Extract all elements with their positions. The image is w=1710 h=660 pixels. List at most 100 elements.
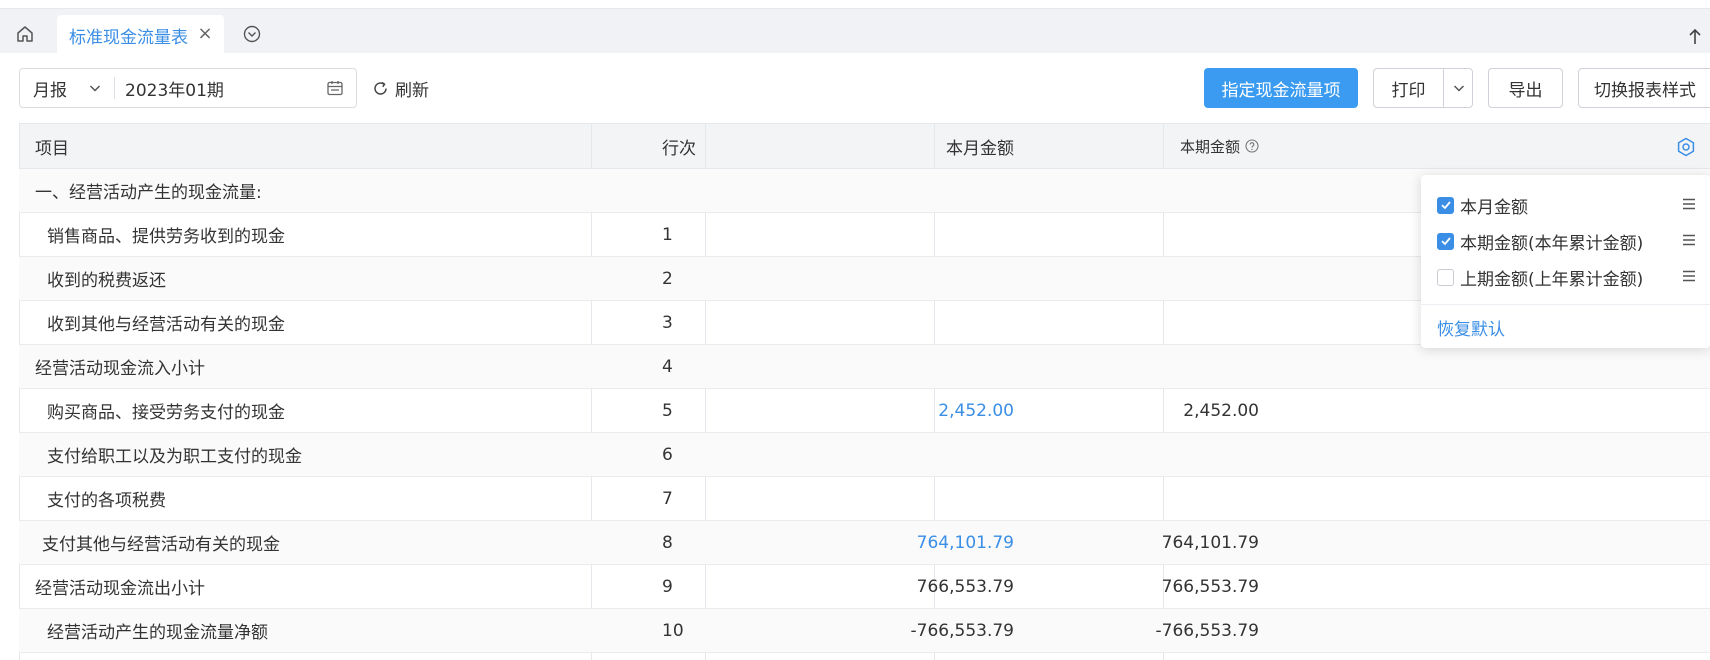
row-line: 8: [662, 532, 673, 553]
column-option-period-amount[interactable]: 本期金额(本年累计金额): [1437, 228, 1697, 254]
row-line: 10: [662, 620, 684, 641]
close-icon[interactable]: ×: [196, 25, 214, 43]
row-period-amount: [1020, 477, 1273, 520]
row-period-amount: 2,452.00: [1183, 400, 1259, 421]
row-month-amount-link[interactable]: 2,452.00: [770, 389, 1024, 432]
calendar-icon[interactable]: [326, 79, 344, 97]
row-month-amount: -766,553.79: [910, 620, 1014, 641]
table-header: 项目 行次 本月金额 本期金额: [19, 123, 1710, 169]
row-line: 9: [662, 576, 673, 597]
row-period-amount: -766,553.79: [1155, 620, 1259, 641]
arrow-up-icon: [1689, 28, 1701, 44]
table-row: 支付其他与经营活动有关的现金 8 764,101.79 764,101.79: [19, 521, 1710, 565]
print-button-group: 打印: [1373, 68, 1473, 108]
checkbox-checked[interactable]: [1437, 196, 1454, 214]
row-month-amount: [770, 169, 1024, 212]
tab-cash-flow-statement[interactable]: 标准现金流量表 ×: [57, 15, 224, 56]
refresh-button[interactable]: 刷新: [372, 75, 429, 101]
header-period-amount-label: 本期金额: [1179, 137, 1240, 156]
row-item: 支付的各项税费: [47, 491, 166, 511]
row-period-amount: [1020, 301, 1273, 344]
row-item: 销售商品、提供劳务收到的现金: [47, 227, 285, 247]
column-option-prior-period-amount[interactable]: 上期金额(上年累计金额): [1437, 264, 1697, 290]
period-date-value: 2023年01期: [125, 80, 224, 101]
divider: [114, 77, 115, 99]
print-button[interactable]: 打印: [1374, 69, 1443, 107]
header-line: 行次: [662, 138, 696, 159]
tab-label: 标准现金流量表: [69, 28, 188, 48]
tab-more-button[interactable]: [240, 22, 264, 46]
export-button[interactable]: 导出: [1488, 68, 1563, 108]
toolbar: 月报 2023年01期 刷新 指定现金流量项 打印 导出 切换报表样式: [0, 53, 1710, 123]
row-line: 7: [662, 488, 673, 509]
home-tab[interactable]: [6, 15, 44, 53]
row-line: 4: [662, 356, 673, 377]
row-item: 经营活动现金流入小计: [35, 359, 205, 379]
table-row: 支付的各项税费 7: [19, 477, 1710, 521]
row-period-amount: [1020, 433, 1273, 476]
row-line: 3: [662, 312, 673, 333]
period-picker: 月报 2023年01期: [19, 68, 357, 108]
drag-handle-icon[interactable]: [1681, 196, 1697, 212]
scroll-up-button[interactable]: [1684, 24, 1706, 50]
period-type-select[interactable]: 月报: [20, 69, 113, 107]
row-month-amount: [770, 257, 1024, 300]
drag-handle-icon[interactable]: [1681, 268, 1697, 284]
column-option-label: 本期金额(本年累计金额): [1460, 233, 1644, 254]
row-month-amount-link[interactable]: 764,101.79: [770, 521, 1024, 564]
home-icon: [17, 26, 33, 42]
row-item: 经营活动产生的现金流量净额: [47, 623, 268, 643]
switch-style-button[interactable]: 切换报表样式: [1578, 68, 1710, 108]
header-month-amount: 本月金额: [946, 138, 1014, 159]
column-option-label: 上期金额(上年累计金额): [1460, 269, 1644, 290]
drag-handle-icon[interactable]: [1681, 232, 1697, 248]
chevron-down-icon: [89, 85, 101, 92]
row-item: 收到其他与经营活动有关的现金: [47, 315, 285, 335]
row-month-amount: [770, 213, 1024, 256]
row-period-amount: [1020, 257, 1273, 300]
refresh-label: 刷新: [395, 80, 429, 101]
row-item: 经营活动现金流出小计: [35, 579, 205, 599]
help-icon[interactable]: [1245, 139, 1259, 153]
header-item: 项目: [35, 138, 69, 159]
column-settings-icon[interactable]: [1675, 136, 1697, 158]
checkbox-checked[interactable]: [1437, 232, 1454, 250]
table-row: 购买商品、接受劳务支付的现金 5 2,452.00 2,452.00: [19, 389, 1710, 433]
row-month-amount: [770, 433, 1024, 476]
row-period-amount: [1020, 345, 1273, 388]
assign-cash-flow-item-button[interactable]: 指定现金流量项: [1204, 68, 1358, 108]
table-row: 经营活动现金流出小计 9 766,553.79 766,553.79: [19, 565, 1710, 609]
header-period-amount: 本期金额: [1020, 124, 1273, 168]
row-month-amount: [770, 345, 1024, 388]
chevron-down-icon: [1453, 85, 1464, 92]
row-item: 购买商品、接受劳务支付的现金: [47, 403, 285, 423]
top-strip: [0, 0, 1710, 9]
table-row: 经营活动现金流入小计 4: [19, 345, 1710, 389]
refresh-icon: [374, 81, 387, 95]
row-month-amount: 766,553.79: [916, 576, 1014, 597]
divider: [1421, 304, 1710, 305]
row-period-amount: 764,101.79: [1161, 532, 1259, 553]
row-month-amount: [770, 477, 1024, 520]
row-line: 5: [662, 400, 673, 421]
row-line: 2: [662, 268, 673, 289]
restore-default-link[interactable]: 恢复默认: [1437, 315, 1505, 340]
row-item: 支付其他与经营活动有关的现金: [42, 535, 280, 555]
chevron-circle-down-icon: [243, 25, 261, 43]
print-dropdown-button[interactable]: [1444, 69, 1473, 107]
column-option-month-amount[interactable]: 本月金额: [1437, 192, 1697, 218]
row-period-amount: 766,553.79: [1161, 576, 1259, 597]
table-row: 经营活动产生的现金流量净额 10 -766,553.79 -766,553.79: [19, 609, 1710, 653]
row-month-amount: [770, 301, 1024, 344]
row-item: 收到的税费返还: [47, 271, 166, 291]
column-option-label: 本月金额: [1460, 197, 1528, 218]
period-type-value: 月报: [33, 80, 67, 101]
check-icon: [1440, 201, 1451, 210]
row-period-amount: [1020, 213, 1273, 256]
period-date-input[interactable]: 2023年01期: [125, 69, 224, 107]
row-period-amount: [1020, 169, 1273, 212]
tab-bar: 标准现金流量表 ×: [0, 9, 1710, 56]
check-icon: [1440, 237, 1451, 246]
checkbox-unchecked[interactable]: [1437, 268, 1454, 286]
column-settings-popover: 本月金额 本期金额(本年累计金额) 上期金额(上年累计金额) 恢复默认: [1421, 175, 1710, 348]
